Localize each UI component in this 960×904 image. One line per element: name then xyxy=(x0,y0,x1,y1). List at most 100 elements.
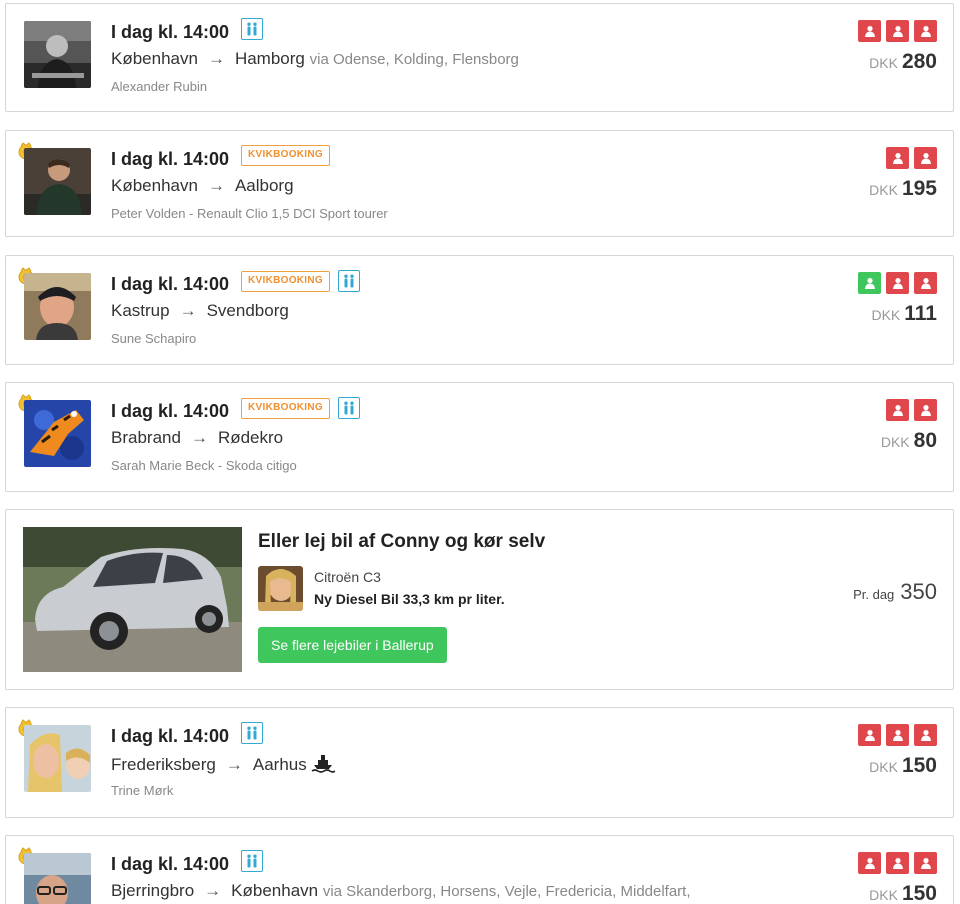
route-arrow: → xyxy=(207,176,225,195)
departure-time: I dag kl. 14:00 xyxy=(111,274,230,294)
route-to: Hamborg xyxy=(234,49,305,68)
car-photo[interactable] xyxy=(23,527,242,672)
route-to: København xyxy=(231,881,319,900)
ride-price: DKK 150 xyxy=(869,882,937,904)
route[interactable]: Frederiksberg → Aarhus xyxy=(111,753,336,778)
price-amount: 80 xyxy=(913,429,937,452)
route[interactable]: Bjerringbro → København via Skanderborg, H… xyxy=(111,881,691,901)
ride-tags: KVIKBOOKING xyxy=(241,270,360,292)
price-currency: DKK xyxy=(869,55,898,71)
seat-indicator xyxy=(886,147,937,169)
route-arrow: → xyxy=(207,49,225,68)
rental-title[interactable]: Eller lej bil af Conny og kør selv xyxy=(258,531,545,553)
route-to: Aalborg xyxy=(234,176,294,195)
ride-tags xyxy=(241,722,263,744)
route[interactable]: København → Hamborg via Odense, Kolding, F… xyxy=(111,49,519,69)
route-from: Brabrand xyxy=(111,428,181,447)
departure-time: I dag kl. 14:00 xyxy=(111,22,230,42)
ride-price: DKK 150 xyxy=(869,754,937,778)
price-currency: DKK xyxy=(871,307,901,323)
kvikbooking-badge: KVIKBOOKING xyxy=(241,270,330,292)
per-day-label: Pr. dag xyxy=(853,587,895,602)
seat-indicator xyxy=(858,724,937,746)
driver-name[interactable]: Alexander Rubin xyxy=(111,79,207,94)
route-arrow: → xyxy=(179,301,197,320)
rental-price: Pr. dag 350 xyxy=(853,579,937,605)
ride-price: DKK 280 xyxy=(869,50,937,74)
price-currency: DKK xyxy=(869,759,898,775)
price-amount: 280 xyxy=(901,50,937,73)
ride-card[interactable]: I dag kl. 14:00 København → Hamborg via Ode… xyxy=(5,3,954,112)
seat-taken-icon xyxy=(886,724,909,746)
more-rentals-button[interactable]: Se flere lejebiler i Ballerup xyxy=(258,627,447,663)
seat-taken-icon xyxy=(858,852,881,874)
ladies-only-icon xyxy=(241,18,263,40)
rental-card[interactable]: Eller lej bil af Conny og kør selv Citro… xyxy=(5,509,954,690)
ladies-only-icon xyxy=(337,270,360,292)
rental-price-amount: 350 xyxy=(900,579,937,604)
driver-name[interactable]: Sune Schapiro xyxy=(111,331,196,346)
seat-taken-icon xyxy=(858,20,881,42)
seat-taken-icon xyxy=(914,852,937,874)
ride-tags xyxy=(241,850,263,872)
seat-taken-icon xyxy=(858,724,881,746)
route-from: København xyxy=(111,176,198,195)
seat-taken-icon xyxy=(914,724,937,746)
owner-avatar[interactable] xyxy=(258,566,303,611)
kvikbooking-badge: KVIKBOOKING xyxy=(241,145,330,166)
driver-avatar[interactable] xyxy=(24,148,91,215)
route-arrow: → xyxy=(225,755,243,774)
driver-avatar[interactable] xyxy=(24,21,91,88)
route[interactable]: Kastrup → Svendborg xyxy=(111,301,289,321)
driver-avatar[interactable] xyxy=(24,400,91,467)
route-via: via Skanderborg, Horsens, Vejle, Frederi… xyxy=(322,883,691,900)
car-description: Ny Diesel Bil 33,3 km pr liter. xyxy=(314,591,505,607)
ladies-only-icon xyxy=(241,722,263,744)
ride-card[interactable]: I dag kl. 14:00 KVIKBOOKING Kastrup → Svendb… xyxy=(5,255,954,365)
route[interactable]: København → Aalborg xyxy=(111,176,294,196)
route-from: København xyxy=(111,49,198,68)
driver-name[interactable]: Trine Mørk xyxy=(111,783,173,798)
departure-time: I dag kl. 14:00 xyxy=(111,854,230,874)
driver-avatar[interactable] xyxy=(24,273,91,340)
ride-tags: KVIKBOOKING xyxy=(241,145,330,166)
route-from: Frederiksberg xyxy=(111,755,216,774)
price-amount: 111 xyxy=(904,302,937,325)
seat-taken-icon xyxy=(886,399,909,421)
ride-card[interactable]: I dag kl. 14:00 Frederiksberg → Aarhus Trine… xyxy=(5,707,954,818)
car-model: Citroën C3 xyxy=(314,569,381,585)
seat-taken-icon xyxy=(886,147,909,169)
seat-indicator xyxy=(858,852,937,874)
price-currency: DKK xyxy=(869,887,898,903)
departure-time: I dag kl. 14:00 xyxy=(111,726,230,746)
ladies-only-icon xyxy=(241,850,263,872)
driver-name[interactable]: Sarah Marie Beck - Skoda citigo xyxy=(111,458,297,473)
ride-tags: KVIKBOOKING xyxy=(241,397,360,419)
seat-taken-icon xyxy=(886,20,909,42)
driver-avatar[interactable] xyxy=(24,725,91,792)
ride-card[interactable]: I dag kl. 14:00 KVIKBOOKING København → Aalb… xyxy=(5,130,954,237)
driver-name[interactable]: Peter Volden - Renault Clio 1,5 DCI Spor… xyxy=(111,206,388,221)
route-to: Aarhus xyxy=(252,755,307,774)
route-to: Svendborg xyxy=(206,301,289,320)
ladies-only-icon xyxy=(337,397,360,419)
seat-taken-icon xyxy=(886,272,909,294)
ride-card[interactable]: I dag kl. 14:00 KVIKBOOKING Brabrand → Rødek… xyxy=(5,382,954,492)
seat-taken-icon xyxy=(914,272,937,294)
driver-avatar[interactable] xyxy=(24,853,91,904)
route-to: Rødekro xyxy=(217,428,284,447)
seat-taken-icon xyxy=(886,852,909,874)
departure-time: I dag kl. 14:00 xyxy=(111,149,230,169)
kvikbooking-badge: KVIKBOOKING xyxy=(241,397,330,419)
route-from: Bjerringbro xyxy=(111,881,195,900)
departure-time: I dag kl. 14:00 xyxy=(111,401,230,421)
seat-taken-icon xyxy=(914,20,937,42)
ferry-icon xyxy=(311,753,336,778)
seat-indicator xyxy=(858,20,937,42)
route-arrow: → xyxy=(204,881,222,900)
price-amount: 150 xyxy=(901,882,937,904)
seat-indicator xyxy=(886,399,937,421)
ride-card[interactable]: I dag kl. 14:00 Bjerringbro → København via… xyxy=(5,835,954,904)
price-amount: 150 xyxy=(901,754,937,777)
route[interactable]: Brabrand → Rødekro xyxy=(111,428,283,448)
